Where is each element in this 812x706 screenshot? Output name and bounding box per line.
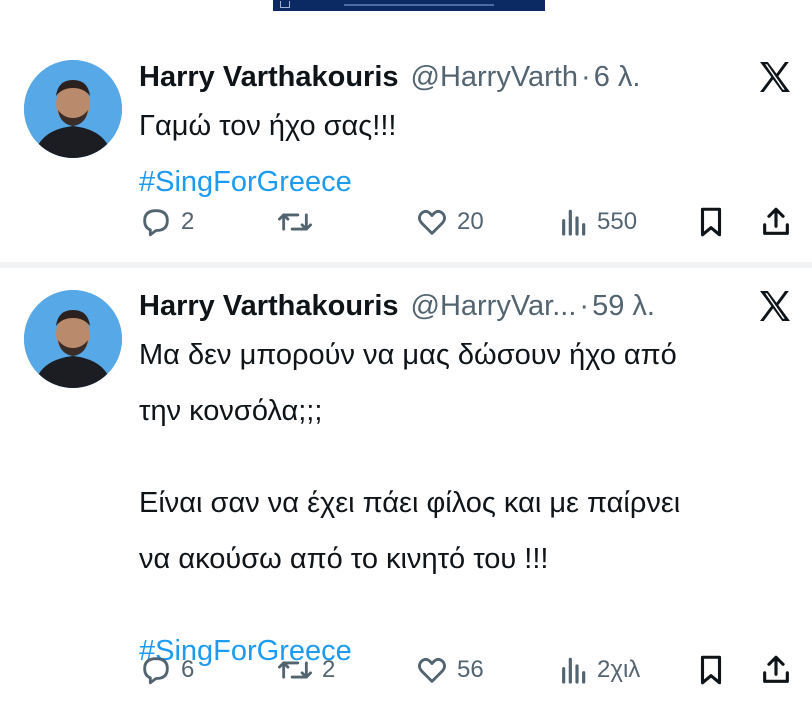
action-bar: 6 2 56 2χιλ <box>139 650 799 690</box>
top-banner <box>273 0 545 11</box>
like-count: 56 <box>457 656 484 683</box>
tweet[interactable]: Harry Varthakouris @HarryVarth · 6 λ. Γα… <box>0 36 812 262</box>
author-name[interactable]: Harry Varthakouris <box>139 290 399 323</box>
tweet-text-line: Γαμώ τον ήχο σας!!! <box>139 110 397 142</box>
reply-icon <box>143 209 169 237</box>
tweet-header: Harry Varthakouris @HarryVarth · 6 λ. <box>139 56 640 98</box>
view-count: 550 <box>597 208 638 235</box>
tweet-body: Γαμώ τον ήχο σας!!! #SingForGreece <box>139 98 396 210</box>
tweet-text-line: να ακούσω από το κινητό του !!! <box>139 543 549 575</box>
x-logo-icon <box>757 288 793 324</box>
heart-icon <box>418 657 446 683</box>
reply-count: 6 <box>181 656 195 683</box>
tweet-text-line: Μα δεν μπορούν να μας δώσουν ήχο από <box>139 339 677 371</box>
retweet-button[interactable] <box>276 202 322 242</box>
views-icon <box>562 209 586 236</box>
like-button[interactable]: 20 <box>415 202 484 242</box>
timestamp[interactable]: 6 λ. <box>594 61 641 94</box>
tweet-text-line: την κονσόλα;;; <box>139 395 323 427</box>
separator-dot: · <box>581 60 591 93</box>
retweet-button[interactable]: 2 <box>276 650 335 690</box>
tweet-text-line: Είναι σαν να έχει πάει φίλος και με παίρ… <box>139 487 681 519</box>
author-name[interactable]: Harry Varthakouris <box>139 61 399 94</box>
bookmark-button[interactable] <box>696 202 726 242</box>
separator-dot: · <box>579 289 590 322</box>
reply-count: 2 <box>181 208 195 235</box>
retweet-icon <box>277 213 312 231</box>
heart-icon <box>418 209 446 235</box>
author-handle[interactable]: @HarryVar... <box>411 290 577 323</box>
bookmark-button[interactable] <box>696 650 726 690</box>
like-button[interactable]: 56 <box>415 650 484 690</box>
banner-text <box>344 4 494 6</box>
avatar[interactable] <box>24 60 122 158</box>
x-logo-icon <box>757 59 793 95</box>
share-icon <box>763 207 789 235</box>
reply-button[interactable]: 6 <box>139 650 194 690</box>
tweet[interactable]: Harry Varthakouris @HarryVar... · 59 λ. … <box>0 268 812 706</box>
views-button[interactable]: 550 <box>557 202 637 242</box>
share-button[interactable] <box>759 202 793 242</box>
avatar[interactable] <box>24 290 122 388</box>
share-icon <box>763 655 789 683</box>
bookmark-icon <box>700 207 722 237</box>
timestamp[interactable]: 59 λ. <box>592 290 655 323</box>
retweet-count: 2 <box>322 656 336 683</box>
bookmark-icon <box>700 655 722 685</box>
tweet-body: Μα δεν μπορούν να μας δώσουν ήχο από την… <box>139 327 680 679</box>
retweet-icon <box>277 661 312 679</box>
banner-logo <box>280 1 290 8</box>
reply-button[interactable]: 2 <box>139 202 194 242</box>
action-bar: 2 20 550 <box>139 202 799 242</box>
reply-icon <box>143 657 169 685</box>
views-button[interactable]: 2χιλ <box>557 650 640 690</box>
like-count: 20 <box>457 208 484 235</box>
author-handle[interactable]: @HarryVarth <box>411 61 579 94</box>
views-icon <box>562 657 586 684</box>
view-count: 2χιλ <box>597 656 641 683</box>
share-button[interactable] <box>759 650 793 690</box>
tweet-header: Harry Varthakouris @HarryVar... · 59 λ. <box>139 285 655 327</box>
